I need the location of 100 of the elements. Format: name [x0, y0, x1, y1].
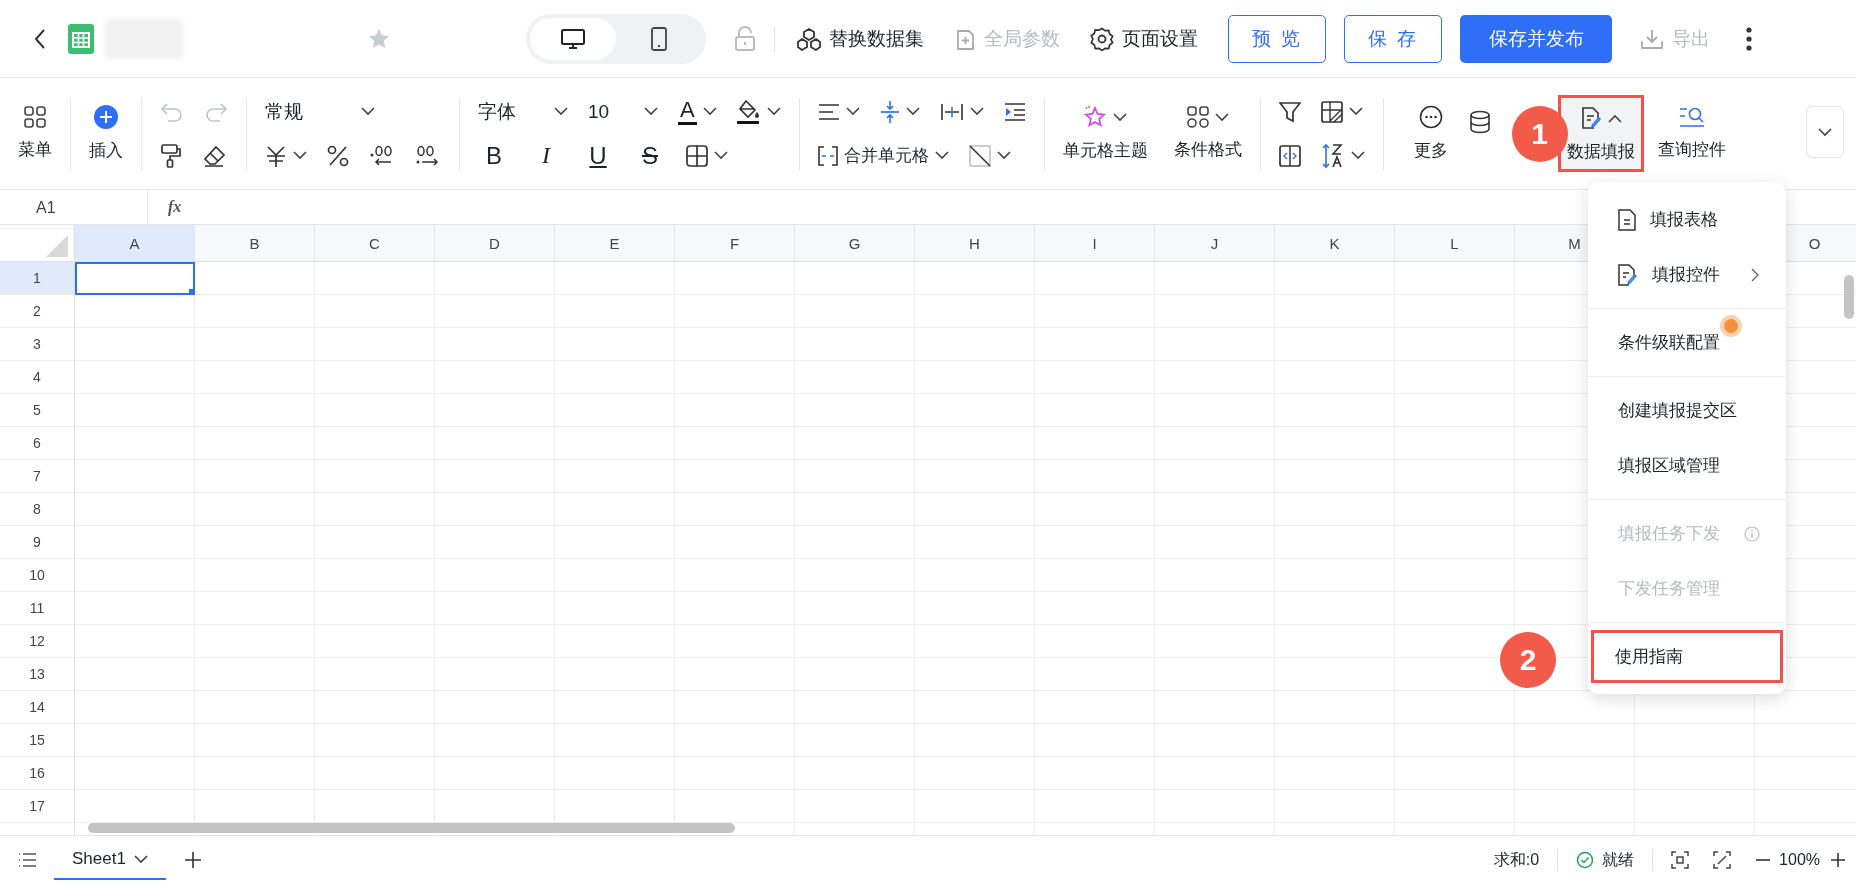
font-color-button[interactable]: A	[678, 98, 697, 125]
column-header[interactable]: A	[75, 225, 195, 262]
borders-icon[interactable]	[686, 144, 708, 167]
column-header[interactable]: L	[1395, 225, 1515, 262]
column-header[interactable]: F	[675, 225, 795, 262]
zoom-in-icon[interactable]	[1830, 852, 1846, 868]
column-header[interactable]: H	[915, 225, 1035, 262]
fill-color-icon[interactable]	[736, 98, 761, 125]
underline-button[interactable]: U	[582, 141, 614, 170]
bold-button[interactable]: B	[478, 141, 510, 170]
merge-cells-dropdown[interactable]: 合并单元格	[817, 144, 949, 167]
selected-cell[interactable]	[75, 262, 195, 295]
fullscreen-icon[interactable]	[1713, 851, 1732, 869]
check-circle-icon	[1576, 851, 1595, 869]
column-header[interactable]: B	[195, 225, 315, 262]
increase-decimal-icon[interactable]	[415, 144, 441, 167]
diagonal-border-icon[interactable]	[968, 144, 991, 167]
database-icon[interactable]	[1467, 109, 1492, 134]
sparkle-star-icon	[1083, 105, 1108, 129]
add-sheet-icon[interactable]	[183, 851, 202, 869]
chevron-down-icon[interactable]	[905, 107, 920, 116]
font-size-dropdown[interactable]: 10	[588, 100, 658, 123]
column-header[interactable]: C	[315, 225, 435, 262]
save-and-publish-button[interactable]: 保存并发布	[1460, 14, 1612, 63]
filter-icon[interactable]	[1278, 100, 1301, 123]
plus-circle-icon	[94, 105, 118, 129]
conditional-format-button[interactable]: 条件格式	[1173, 106, 1242, 161]
settings-icon	[1090, 26, 1114, 51]
italic-button[interactable]: I	[530, 142, 562, 169]
column-header[interactable]: G	[795, 225, 915, 262]
chevron-down-icon[interactable]	[969, 107, 984, 116]
menu-item[interactable]: 填报区域管理	[1591, 439, 1783, 492]
distribute-icon[interactable]	[939, 101, 964, 122]
document-edit-icon	[1579, 106, 1602, 130]
menu-item[interactable]: 使用指南	[1591, 630, 1783, 683]
back-icon[interactable]	[33, 27, 47, 50]
zoom-level: 100%	[1779, 851, 1820, 869]
merge-cells-icon	[817, 145, 838, 166]
phone-icon	[651, 26, 667, 51]
document-edit-icon	[1618, 263, 1638, 286]
chevron-down-icon[interactable]	[766, 107, 781, 116]
formula-label: fx	[168, 198, 182, 216]
freeze-pane-icon[interactable]	[1320, 100, 1343, 123]
percent-icon[interactable]	[327, 144, 349, 167]
chevron-down-icon	[1818, 127, 1832, 137]
format-painter-icon[interactable]	[160, 143, 182, 168]
sum-label: 求和:0	[1493, 849, 1540, 870]
query-control-button[interactable]: 查询控件	[1657, 106, 1726, 161]
menu-button[interactable]: 菜单	[18, 106, 52, 161]
sort-icon[interactable]	[1320, 142, 1345, 169]
cell-reference-field[interactable]: A1	[0, 189, 148, 225]
preview-button[interactable]: 预 览	[1228, 14, 1326, 63]
chevron-down-icon[interactable]	[996, 151, 1011, 160]
step-badge: 1	[1511, 105, 1568, 162]
font-family-dropdown[interactable]: 字体	[478, 98, 568, 125]
indent-icon[interactable]	[1003, 101, 1026, 122]
column-header[interactable]: J	[1155, 225, 1275, 262]
menu-item[interactable]: 条件级联配置	[1591, 316, 1783, 369]
column-header[interactable]: K	[1275, 225, 1395, 262]
chevron-down-icon[interactable]	[845, 107, 860, 116]
vertical-scrollbar[interactable]	[1844, 275, 1854, 319]
grid-icon	[24, 106, 46, 128]
chevron-down-icon[interactable]	[1348, 107, 1363, 116]
row-header[interactable]: 1	[0, 262, 75, 295]
fit-page-icon[interactable]	[1671, 851, 1690, 869]
replace-dataset-button[interactable]: 替换数据集	[797, 25, 924, 52]
chevron-up-icon	[1607, 113, 1622, 123]
chevron-down-icon[interactable]	[1350, 151, 1365, 160]
align-left-icon[interactable]	[817, 102, 840, 121]
chevron-down-icon	[554, 107, 568, 116]
currency-icon[interactable]	[265, 144, 287, 167]
horizontal-scrollbar[interactable]	[88, 823, 735, 833]
star-icon[interactable]	[369, 29, 389, 48]
column-header[interactable]: E	[555, 225, 675, 262]
chevron-down-icon[interactable]	[293, 151, 307, 160]
desktop-view-tab[interactable]	[530, 17, 616, 60]
sheet-list-icon[interactable]	[18, 853, 36, 867]
split-column-icon[interactable]	[1278, 144, 1301, 167]
number-format-dropdown[interactable]: 常规	[265, 98, 375, 125]
chevron-down-icon[interactable]	[702, 107, 717, 116]
eraser-icon[interactable]	[202, 144, 226, 167]
monitor-icon	[561, 28, 585, 49]
vertical-center-icon[interactable]	[879, 99, 900, 124]
chevron-down-icon	[1214, 112, 1229, 122]
data-entry-button[interactable]: 数据填报	[1557, 95, 1644, 172]
spreadsheet-icon	[68, 23, 94, 54]
save-button[interactable]: 保 存	[1344, 14, 1442, 63]
more-icon[interactable]	[1746, 26, 1752, 51]
column-header[interactable]: I	[1035, 225, 1155, 262]
column-header[interactable]: D	[435, 225, 555, 262]
status-label: 就绪	[1602, 849, 1635, 870]
chevron-down-icon[interactable]	[714, 151, 728, 160]
cell-theme-button[interactable]: 单元格主题	[1062, 105, 1148, 162]
menu-item[interactable]: 创建填报提交区	[1591, 384, 1783, 437]
more-button[interactable]: 更多	[1413, 105, 1448, 162]
insert-button[interactable]: 插入	[89, 105, 123, 162]
decrease-decimal-icon[interactable]	[369, 144, 395, 167]
grid-icon	[1186, 106, 1209, 128]
strike-button[interactable]: S	[634, 141, 666, 170]
page-settings-button[interactable]: 页面设置	[1090, 25, 1198, 52]
